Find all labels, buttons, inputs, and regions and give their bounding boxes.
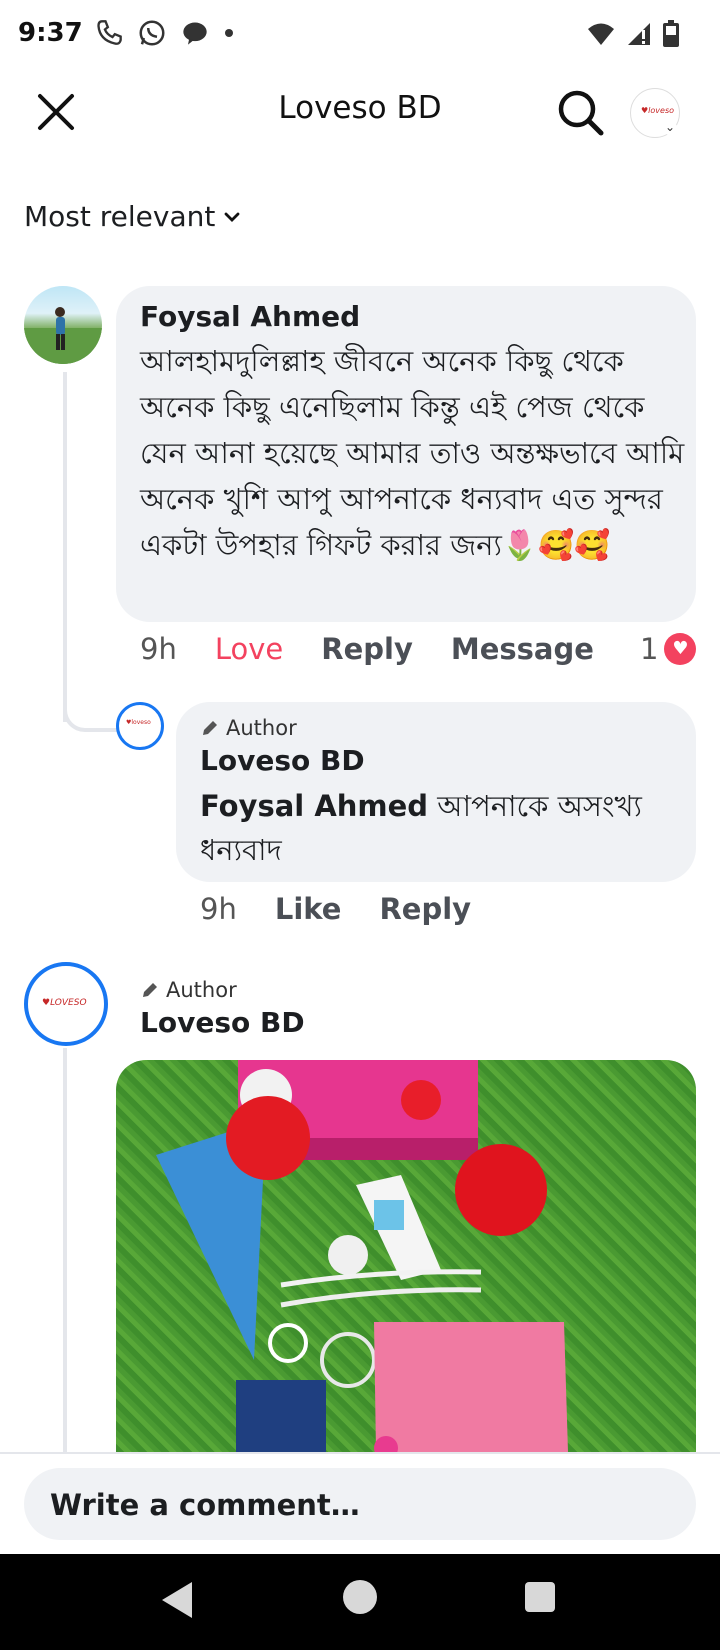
reaction-count: 1 [640, 632, 659, 666]
comment-author[interactable]: Loveso BD [140, 1006, 305, 1039]
comment-author[interactable]: Foysal Ahmed [140, 300, 360, 333]
page-switcher-avatar[interactable]: ♥loveso ⌄ [630, 88, 680, 138]
reaction-summary[interactable]: 1 ♥ [640, 632, 697, 666]
like-button[interactable]: Like [275, 892, 342, 926]
back-icon[interactable] [162, 1582, 192, 1618]
mention-link[interactable]: Foysal Ahmed [200, 789, 428, 823]
home-icon[interactable] [343, 1580, 377, 1614]
status-time: 9:37 [18, 18, 83, 48]
signal-icon [628, 23, 650, 45]
composer-divider [0, 1452, 720, 1454]
sort-dropdown[interactable]: Most relevant [24, 200, 241, 233]
heart-icon: ♥ [664, 633, 697, 665]
battery-icon [663, 20, 679, 47]
reply-actions: 9h Like Reply [200, 892, 471, 926]
phone-icon [97, 20, 122, 45]
reply-button[interactable]: Reply [321, 632, 413, 666]
chevron-down-icon: ⌄ [663, 120, 677, 135]
pencil-icon [203, 721, 217, 735]
status-system-icons [586, 20, 680, 48]
wifi-icon [588, 23, 614, 45]
dot-icon [225, 29, 233, 37]
reply-time: 9h [200, 892, 237, 926]
search-button[interactable] [556, 88, 606, 138]
profile-photo [24, 307, 102, 364]
comment-input[interactable] [48, 1480, 672, 1530]
recent-apps-icon[interactable] [525, 1582, 555, 1612]
comment-time: 9h [140, 632, 177, 666]
loveso-logo-icon: ♥LOVESO [42, 998, 87, 1008]
page-avatar[interactable]: ♥LOVESO [24, 962, 108, 1046]
sort-label: Most relevant [24, 200, 216, 233]
search-icon [558, 90, 604, 136]
pencil-icon [143, 983, 157, 997]
whatsapp-icon [139, 20, 165, 46]
page-title: Loveso BD [278, 90, 442, 126]
reply-avatar[interactable]: ♥loveso [116, 702, 164, 750]
comment-composer[interactable] [24, 1468, 696, 1540]
author-badge: Author [140, 978, 237, 1002]
comment-actions: 9h Love Reply Message [140, 632, 594, 666]
message-button[interactable]: Message [451, 632, 594, 666]
loveso-logo-icon: ♥loveso [126, 719, 151, 726]
love-button[interactable]: Love [215, 632, 283, 666]
author-badge-label: Author [226, 716, 297, 740]
author-badge-label: Author [166, 978, 237, 1002]
commenter-avatar[interactable] [24, 286, 102, 364]
thread-line [63, 372, 67, 722]
chevron-down-icon [224, 212, 240, 222]
reply-button[interactable]: Reply [379, 892, 471, 926]
author-badge: Author [200, 716, 297, 740]
reply-bubble[interactable]: Author Loveso BD Foysal Ahmed আপনাকে অসং… [176, 702, 696, 882]
reply-author[interactable]: Loveso BD [200, 744, 365, 777]
thread-connector [63, 672, 119, 732]
messenger-icon [183, 22, 207, 45]
status-notification-icons [95, 18, 235, 48]
comment-photo[interactable] [116, 1060, 696, 1452]
comment-bubble[interactable]: Foysal Ahmed আলহামদুলিল্লাহ জীবনে অনেক ক… [116, 286, 696, 622]
reply-text: Foysal Ahmed আপনাকে অসংখ্য ধন্যবাদ [200, 784, 680, 872]
comment-text: আলহামদুলিল্লাহ জীবনে অনেক কিছু থেকে অনেক… [140, 344, 685, 562]
gift-photo-illustration [156, 1060, 568, 1452]
loveso-logo-icon: ♥loveso [641, 106, 675, 115]
thread-line [63, 1048, 67, 1452]
